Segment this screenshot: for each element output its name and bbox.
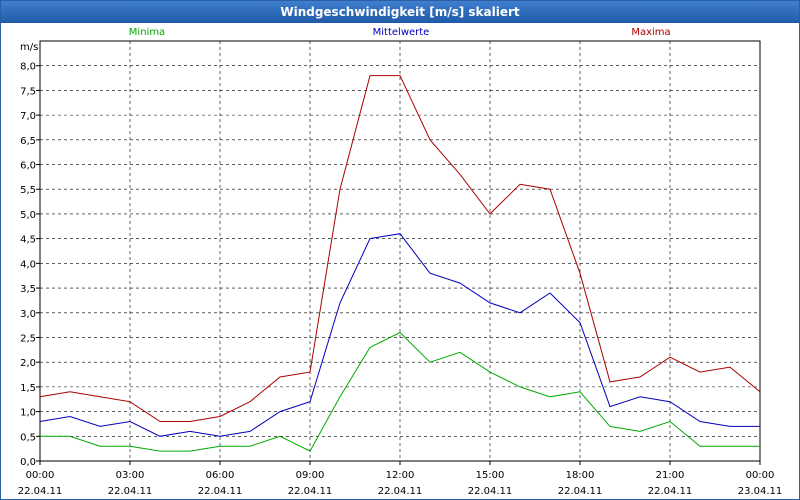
x-tick-date: 23.04.11 [738, 486, 783, 497]
y-tick-label: 2,0 [20, 358, 36, 369]
y-tick-label: 1,0 [20, 408, 36, 419]
x-tick-time: 00:00 [746, 470, 775, 481]
y-tick-label: 7,0 [20, 111, 36, 122]
y-tick-label: 6,0 [20, 161, 36, 172]
x-tick-date: 22.04.11 [108, 486, 153, 497]
x-tick-time: 03:00 [116, 470, 145, 481]
x-tick-time: 06:00 [206, 470, 235, 481]
x-tick-time: 21:00 [656, 470, 685, 481]
y-tick-label: 0,0 [20, 457, 36, 468]
x-tick-date: 22.04.11 [378, 486, 423, 497]
y-tick-label: 7,5 [20, 86, 36, 97]
y-tick-label: 3,5 [20, 284, 36, 295]
x-tick-date: 22.04.11 [288, 486, 333, 497]
y-tick-label: 8,0 [20, 62, 36, 73]
x-tick-time: 15:00 [476, 470, 505, 481]
legend-maxima: Maxima [631, 27, 670, 38]
legend-mittelwerte: Mittelwerte [373, 27, 430, 38]
wind-speed-chart: 0,0 0,5 1,0 1,5 2,0 2,5 3,0 3,5 4,0 4,5 5,0 5,5 6,0 6… [18, 27, 783, 497]
y-tick-label: 1,5 [20, 383, 36, 394]
y-tick-label: 6,5 [20, 136, 36, 147]
x-tick-time: 18:00 [566, 470, 595, 481]
x-tick-date: 22.04.11 [648, 486, 693, 497]
x-tick-date: 22.04.11 [18, 486, 63, 497]
x-tick-date: 22.04.11 [468, 486, 513, 497]
y-tick-label: 5,5 [20, 185, 36, 196]
x-axis-ticks: 00:00 22.04.11 03:00 22.04.11 06:00 22.04.11 0… [18, 461, 783, 497]
y-axis-ticks: 0,0 0,5 1,0 1,5 2,0 2,5 3,0 3,5 4,0 4,5 5,0 5,5 6,0 6… [20, 62, 40, 468]
x-tick-time: 00:00 [26, 470, 55, 481]
x-tick-time: 09:00 [296, 470, 325, 481]
y-tick-label: 0,5 [20, 432, 36, 443]
y-tick-label: 3,0 [20, 309, 36, 320]
x-tick-time: 12:00 [386, 470, 415, 481]
y-tick-label: 2,5 [20, 333, 36, 344]
y-axis-unit: m/s [20, 42, 38, 53]
y-tick-label: 4,5 [20, 235, 36, 246]
x-tick-date: 22.04.11 [558, 486, 603, 497]
y-tick-label: 5,0 [20, 210, 36, 221]
legend-minima: Minima [129, 27, 165, 38]
x-tick-date: 22.04.11 [198, 486, 243, 497]
y-tick-label: 4,0 [20, 259, 36, 270]
